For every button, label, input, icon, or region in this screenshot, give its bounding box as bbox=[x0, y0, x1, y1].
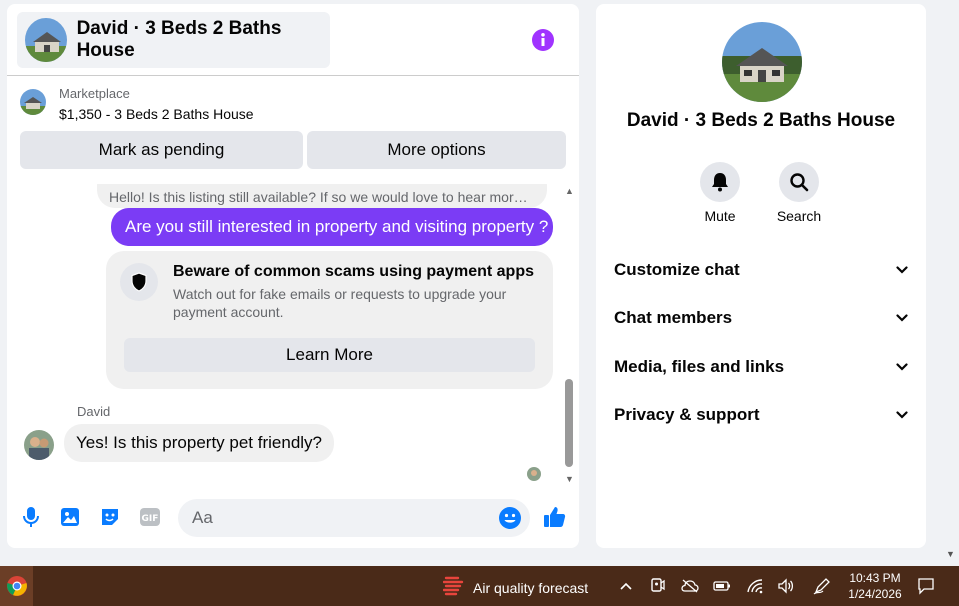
search-action[interactable]: Search bbox=[769, 162, 829, 224]
scam-warning-card: Beware of common scams using payment app… bbox=[106, 251, 553, 389]
conversation-title: David · 3 Beds 2 Baths House bbox=[76, 18, 282, 61]
weather-text: Air quality forecast bbox=[473, 579, 589, 596]
battery-icon[interactable] bbox=[712, 576, 732, 596]
listing-thumbnail[interactable] bbox=[20, 89, 46, 115]
conversation-title-button[interactable]: David · 3 Beds 2 Baths House bbox=[17, 12, 330, 68]
scam-warning-body: Watch out for fake emails or requests to… bbox=[173, 286, 507, 320]
gif-icon[interactable]: GIF bbox=[137, 504, 163, 530]
message-composer: GIF bbox=[7, 490, 579, 548]
message-input[interactable] bbox=[178, 499, 530, 537]
chrome-app-icon[interactable] bbox=[0, 566, 33, 606]
weather-widget[interactable]: Air quality forecast bbox=[442, 574, 589, 601]
scroll-down-arrow-icon[interactable]: ▼ bbox=[565, 474, 574, 484]
previous-message: Hello! Is this listing still available? … bbox=[97, 184, 547, 208]
chevron-down-icon bbox=[896, 309, 908, 327]
chevron-down-icon bbox=[896, 406, 908, 424]
listing-category: Marketplace bbox=[59, 86, 130, 101]
sticker-icon[interactable] bbox=[97, 504, 123, 530]
listing-title[interactable]: $1,350 - 3 Beds 2 Baths House bbox=[59, 106, 254, 122]
page-scrollbar[interactable] bbox=[943, 0, 959, 566]
search-label: Search bbox=[776, 208, 822, 224]
svg-text:GIF: GIF bbox=[142, 514, 159, 524]
mute-label: Mute bbox=[704, 208, 736, 224]
incoming-message: Yes! Is this property pet friendly? bbox=[64, 424, 335, 462]
chat-panel: David · 3 Beds 2 Baths House Marketplace… bbox=[7, 4, 579, 548]
thumbs-up-icon[interactable] bbox=[542, 504, 568, 530]
clock-date: 1/24/2026 bbox=[848, 587, 902, 601]
more-options-button[interactable]: More options bbox=[307, 131, 566, 169]
customize-chat-label: Customize chat bbox=[614, 260, 740, 279]
customize-chat-section[interactable]: Customize chat bbox=[614, 255, 908, 285]
outgoing-message: Are you still interested in property and… bbox=[111, 208, 553, 246]
privacy-support-label: Privacy & support bbox=[614, 405, 760, 424]
seen-indicator-avatar bbox=[527, 467, 541, 481]
show-hidden-icons-chevron-icon[interactable] bbox=[616, 576, 636, 596]
mark-as-pending-button[interactable]: Mark as pending bbox=[20, 131, 303, 169]
pen-menu-icon[interactable] bbox=[812, 576, 832, 596]
shield-icon bbox=[120, 263, 158, 301]
wifi-icon[interactable] bbox=[745, 576, 765, 596]
page-scroll-down-icon[interactable]: ▼ bbox=[946, 549, 955, 559]
clock[interactable]: 10:43 PM 1/24/2026 bbox=[846, 570, 904, 602]
sender-name: David bbox=[77, 404, 111, 419]
search-icon[interactable] bbox=[779, 162, 819, 202]
conversation-info-panel: David · 3 Beds 2 Baths House Mute Search… bbox=[596, 4, 926, 548]
air-quality-icon bbox=[442, 574, 465, 601]
marketplace-listing: Marketplace $1,350 - 3 Beds 2 Baths Hous… bbox=[7, 77, 579, 183]
chat-members-label: Chat members bbox=[614, 308, 733, 327]
photo-icon[interactable] bbox=[57, 504, 83, 530]
chat-members-section[interactable]: Chat members bbox=[614, 303, 908, 333]
sender-avatar[interactable] bbox=[24, 430, 54, 460]
mute-action[interactable]: Mute bbox=[690, 162, 750, 224]
media-files-links-section[interactable]: Media, files and links bbox=[614, 352, 908, 382]
windows-taskbar: Air quality forecast 10:43 PM 1/24/2026 bbox=[0, 566, 959, 606]
notifications-icon[interactable] bbox=[916, 576, 936, 596]
message-scrollbar[interactable]: ▲ ▼ bbox=[563, 184, 575, 484]
media-files-links-label: Media, files and links bbox=[614, 357, 785, 376]
scam-warning-title: Beware of common scams using payment app… bbox=[173, 263, 534, 280]
info-house-avatar bbox=[722, 22, 802, 102]
chat-header: David · 3 Beds 2 Baths House bbox=[7, 4, 579, 76]
info-icon[interactable] bbox=[531, 28, 555, 52]
clock-time: 10:43 PM bbox=[849, 571, 901, 585]
house-avatar bbox=[25, 18, 67, 62]
chevron-down-icon bbox=[896, 261, 908, 279]
bell-icon[interactable] bbox=[700, 162, 740, 202]
cloud-offline-icon[interactable] bbox=[680, 576, 700, 596]
privacy-support-section[interactable]: Privacy & support bbox=[614, 400, 908, 430]
info-title: David · 3 Beds 2 Baths House bbox=[626, 110, 896, 131]
microphone-icon[interactable] bbox=[18, 504, 44, 530]
chevron-down-icon bbox=[896, 358, 908, 376]
scroll-up-arrow-icon[interactable]: ▲ bbox=[565, 186, 574, 196]
message-list: Hello! Is this listing still available? … bbox=[7, 184, 579, 490]
scroll-thumb[interactable] bbox=[565, 379, 573, 467]
meet-now-icon[interactable] bbox=[648, 576, 668, 596]
volume-icon[interactable] bbox=[776, 576, 796, 596]
emoji-icon[interactable] bbox=[498, 506, 522, 530]
learn-more-button[interactable]: Learn More bbox=[124, 338, 535, 372]
